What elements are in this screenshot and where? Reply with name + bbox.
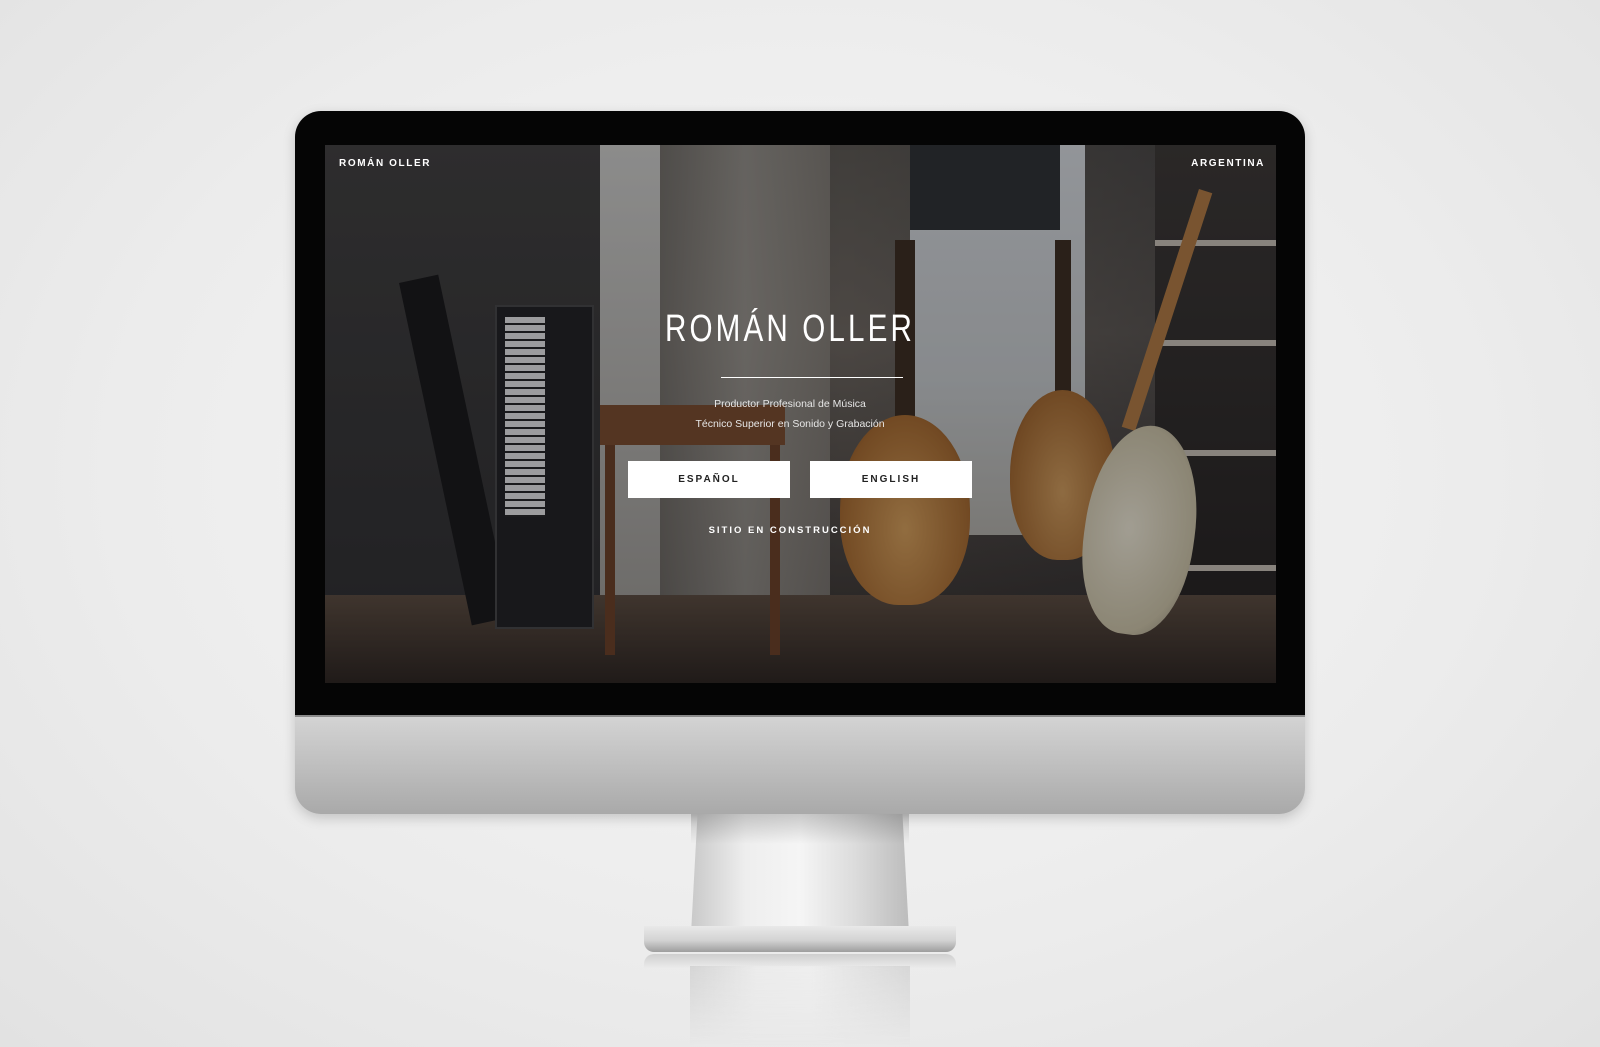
title-divider (721, 377, 903, 378)
construction-status: SITIO EN CONSTRUCCIÓN (708, 525, 872, 536)
nav-brand-link[interactable]: ROMÁN OLLER (339, 158, 431, 169)
background-overlay (325, 145, 1276, 683)
stand-neck-reflection (690, 966, 910, 1047)
subtitle-line-2: Técnico Superior en Sonido y Grabación (695, 418, 885, 430)
website-screen: ROMÁN OLLER ARGENTINA ROMÁN OLLER Produc… (325, 145, 1276, 683)
english-button[interactable]: ENGLISH (810, 461, 972, 498)
hero-title: ROMÁN OLLER (664, 308, 916, 350)
stand-shadow (691, 814, 909, 844)
monitor-chin (295, 715, 1305, 814)
nav-country-label: ARGENTINA (1191, 158, 1265, 169)
espanol-button[interactable]: ESPAÑOL (628, 461, 790, 498)
subtitle-line-1: Productor Profesional de Música (714, 398, 866, 410)
chin-divider (295, 715, 1305, 717)
monitor-stand-foot (644, 926, 956, 952)
